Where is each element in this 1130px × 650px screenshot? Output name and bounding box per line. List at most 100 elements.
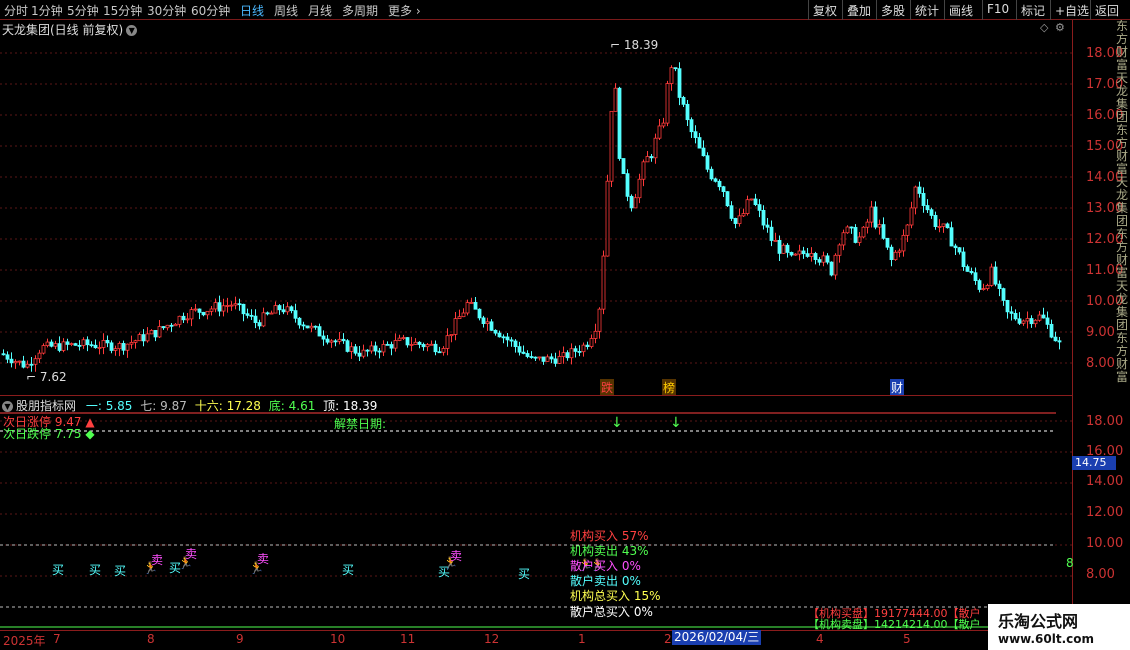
- candle-body: [777, 239, 782, 254]
- back-button[interactable]: 返回: [1090, 0, 1123, 20]
- candle-body: [545, 356, 550, 362]
- candle-body: [517, 346, 522, 353]
- candle-body: [377, 350, 382, 353]
- candle-body: [605, 180, 610, 257]
- candle-body: [345, 340, 350, 352]
- candle-body: [449, 334, 454, 337]
- candle-body: [237, 303, 242, 306]
- month-label: 8: [147, 632, 155, 646]
- candle-body: [737, 215, 742, 224]
- month-label: 11: [400, 632, 416, 646]
- candle-body: [685, 103, 690, 121]
- candle-body: [317, 326, 322, 337]
- candle-body: [877, 224, 882, 228]
- stat-inst-total-buy: 机构总买入 15%: [570, 589, 661, 603]
- candle-body: [701, 147, 706, 157]
- candle-body: [949, 227, 954, 247]
- candle-body: [485, 321, 490, 325]
- candle-body: [521, 351, 526, 354]
- candle-body: [917, 186, 922, 194]
- candle-body: [825, 255, 830, 263]
- candle-body: [33, 358, 38, 365]
- candle-body: [505, 336, 510, 341]
- buy-signal: 买: [342, 563, 355, 577]
- axis-label: 9.00: [1086, 325, 1115, 340]
- candle-body: [469, 302, 474, 304]
- candle-body: [513, 340, 518, 348]
- candle-body: [181, 315, 186, 321]
- indicator-value-sixteen: 十六: 17.28: [195, 399, 261, 413]
- chevron-down-icon[interactable]: ▼: [2, 401, 13, 412]
- candle-body: [989, 266, 994, 286]
- side-info-strip[interactable]: 东方财富天龙集团东方财富天龙集团东方财富天龙集团东方财富: [1116, 20, 1130, 630]
- candle-body: [125, 343, 130, 351]
- candle-body: [221, 305, 226, 312]
- indicator-value: 4.61: [288, 399, 316, 413]
- candle-body: [1001, 288, 1006, 301]
- candle-body: [209, 308, 214, 312]
- candle-body: [53, 343, 58, 347]
- low-label: ⌐ 7.62: [26, 370, 67, 384]
- candle-body: [837, 244, 842, 256]
- candle-body: [857, 236, 862, 243]
- side-number: 8: [1066, 556, 1074, 570]
- indicator-name[interactable]: 股朋指标网: [16, 399, 76, 413]
- candle-body: [69, 343, 74, 345]
- event-marker-drop[interactable]: 跌: [600, 379, 615, 396]
- candle-body: [145, 333, 150, 342]
- indicator-value: 5.85: [105, 399, 133, 413]
- candle-body: [1009, 311, 1014, 314]
- candle-body: [913, 186, 918, 209]
- candle-body: [1021, 320, 1026, 324]
- candle-body: [1029, 318, 1034, 325]
- candle-body: [945, 223, 950, 229]
- candle-body: [433, 343, 438, 353]
- candle-body: [745, 199, 750, 214]
- candle-body: [401, 337, 406, 339]
- candle-body: [585, 344, 590, 348]
- month-label: 1: [578, 632, 586, 646]
- candle-body: [217, 302, 222, 312]
- candle-body: [921, 193, 926, 206]
- date-cursor-label: 2026/02/04/三: [672, 630, 762, 645]
- candle-body: [193, 308, 198, 311]
- candle-body: [277, 305, 282, 311]
- candle-body: [409, 344, 414, 346]
- candle-body: [101, 340, 106, 348]
- candle-body: [169, 324, 174, 327]
- candle-body: [565, 352, 570, 359]
- candle-body: [73, 343, 78, 346]
- candle-body: [385, 343, 390, 346]
- candle-body: [25, 363, 30, 368]
- candle-body: [693, 131, 698, 138]
- candle-body: [873, 206, 878, 228]
- indicator-value-label: 底:: [268, 399, 285, 413]
- candle-body: [97, 347, 102, 349]
- candle-body: [501, 336, 506, 339]
- candle-body: [201, 311, 206, 316]
- candle-body: [373, 345, 378, 352]
- candle-body: [293, 310, 298, 319]
- candle-body: [649, 156, 654, 159]
- candle-body: [637, 178, 642, 199]
- month-label: 12: [484, 632, 500, 646]
- candle-body: [657, 125, 662, 139]
- candle-body: [1013, 313, 1018, 320]
- candle-body: [869, 206, 874, 223]
- candle-body: [1045, 317, 1050, 325]
- month-label: 9: [236, 632, 244, 646]
- candle-body: [809, 253, 814, 257]
- candle-body: [625, 173, 630, 197]
- event-marker-finance[interactable]: 财: [890, 379, 905, 396]
- candle-body: [541, 356, 546, 362]
- candle-body: [445, 335, 450, 349]
- event-marker-rank[interactable]: 榜: [662, 379, 677, 396]
- candle-body: [113, 348, 118, 351]
- candle-body: [21, 360, 26, 368]
- candle-body: [785, 244, 790, 253]
- buy-signal: 买: [518, 567, 531, 581]
- arrow-down-icon: ↓: [611, 415, 623, 431]
- candle-body: [789, 252, 794, 256]
- candle-body: [369, 345, 374, 352]
- price-chart[interactable]: [0, 0, 1072, 630]
